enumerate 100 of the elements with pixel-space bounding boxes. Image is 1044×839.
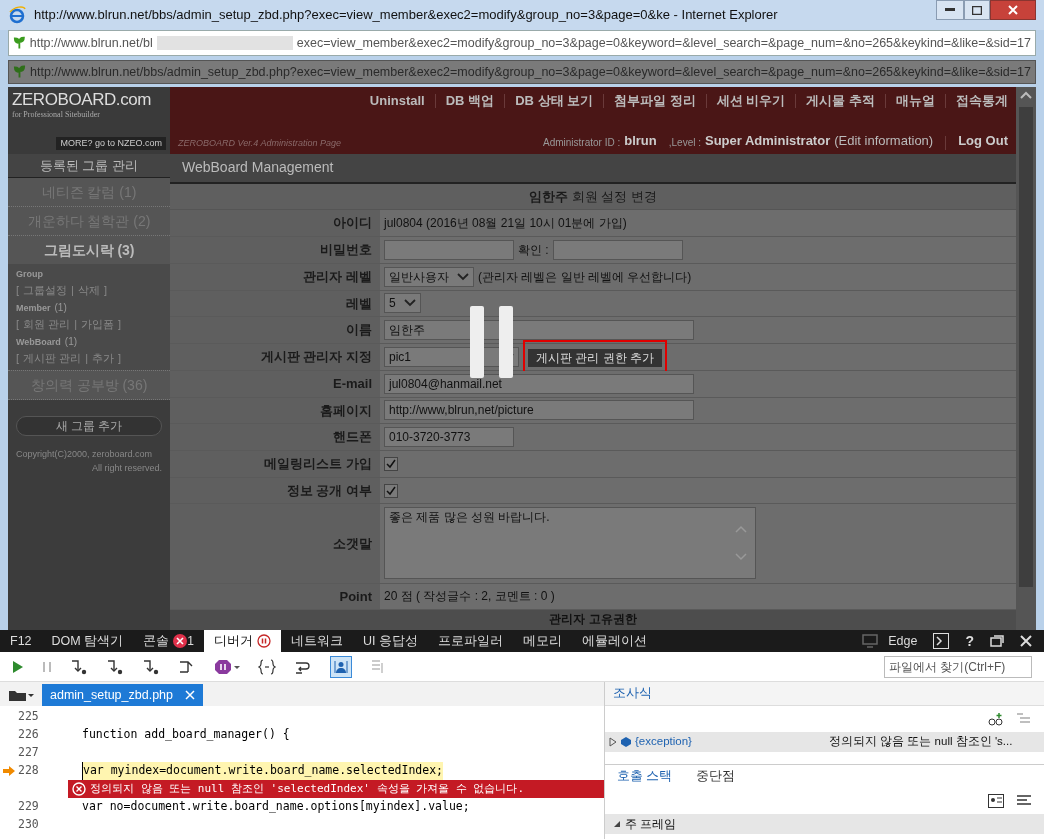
panel-tab[interactable]: 호출 스택 [617,767,673,786]
input-field[interactable]: http://www,blrun,net/picture [384,400,694,421]
admin-menu-link[interactable]: 첨부파일 정리 [614,91,696,111]
checkmark-icon [386,485,396,496]
url-text: http://www.blrun.net/bbs/admin_setup_zbd.php?exec=view_member&exec2=modify&group_no=3&page=0&keyword=&level_search=&page_num=&no=265&keykind=&like=&sid=17 [30,63,1031,81]
devtools-tab[interactable]: 콘솔 1 [133,630,204,652]
admin-menu-link[interactable]: DB 백업 [445,91,495,111]
devtools-tab[interactable]: 디버거 [203,630,281,652]
exception-icon[interactable] [214,658,240,675]
input-field[interactable] [552,239,683,260]
bracket: ] [118,316,122,332]
devtools-tab[interactable]: 메모리 [512,630,572,652]
separator: | [74,316,77,332]
card-icon[interactable] [988,794,1004,808]
console-icon[interactable] [933,633,950,649]
chevron-down-icon [403,299,416,308]
logout-link[interactable]: Log Out [958,130,1008,150]
bracket: ] [118,350,122,366]
step-icon[interactable] [106,658,124,675]
line-number: 230 [18,816,40,834]
copyright-text: Copyright(C)2000, zeroboard.com [16,448,154,461]
section-count: (1) [54,301,67,315]
expand-arrow-icon[interactable] [609,737,617,747]
input-field[interactable]: 010-3720-3773 [384,427,514,448]
watch-row[interactable]: {exception} 정의되지 않음 또는 null 참조인 's... [605,732,1044,752]
group-item[interactable]: 그림도시락 (3) [43,239,135,261]
admin-menu-link[interactable]: Uninstall [369,91,425,111]
section-title: WebBoard Management [182,158,334,178]
error-count: 1 [187,633,194,650]
devtools-tab[interactable]: UI 응답성 [352,630,428,652]
scrollbar[interactable] [1016,87,1036,630]
step-icon[interactable] [70,658,88,675]
admin-id: blrun [624,131,657,150]
pause-overlay-icon [470,306,515,378]
admin-menu-link[interactable]: 매뉴얼 [896,91,935,111]
checkbox[interactable] [384,456,398,471]
admin-menu-link[interactable]: 게시물 추적 [806,91,875,111]
file-tab[interactable]: admin_setup_zbd.php [42,684,203,706]
help-button[interactable]: ? [965,630,974,652]
field-value: 20 점 ( 작성글수 : 2, 코멘트 : 0 ) [384,588,555,606]
sprout-icon [13,65,26,79]
url-text: exec=view_member&exec2=modify&group_no=3&page=0&keyword=&level_search=&page_num=&no=265&keykind=&like=&sid=17 [296,34,1031,52]
devtools-tab[interactable]: 네트워크 [280,630,353,652]
error-message: 정의되지 않음 또는 null 참조인 'selectedIndex' 속성을 가져올 수 없습니다. [90,780,525,797]
braces-icon[interactable] [258,658,276,675]
form-title: 임한주 회원 설정 변경 [529,187,657,206]
logo-subtitle: for Professional Sitebuilder [12,109,101,121]
scroll-up-icon[interactable] [1020,91,1032,99]
devtools-tab[interactable]: 프로파일러 [427,630,513,652]
devtools-tab[interactable]: F12 [0,630,42,652]
input-field[interactable] [384,239,514,260]
watch-value: 정의되지 않음 또는 null 참조인 's... [829,734,1013,750]
admin-menu-link[interactable]: DB 상태 보기 [515,91,594,111]
add-watch-icon[interactable] [988,712,1004,726]
admin-menu-link[interactable]: 접속통계 [956,91,1008,111]
chevron-down-icon [457,272,469,281]
close-icon[interactable] [1020,635,1032,647]
devtools-tab[interactable]: 에뮬레이션 [571,630,657,652]
error-icon [72,782,86,796]
panel-tab[interactable]: 중단점 [696,767,736,786]
code-line: function add_board_manager() { [82,726,290,744]
input-field[interactable]: 임한주 [384,320,694,341]
code-line: var no=document.write.board_name.options[myindex].value; [82,798,470,816]
add-permission-button[interactable]: 게시판 관리 권한 추가 [528,348,662,367]
just-my-code-toggle[interactable] [330,655,352,678]
separator: | [71,282,74,298]
devtools-tab[interactable]: DOM 탐색기 [41,630,134,652]
field-label: 홈페이지 [320,401,372,420]
new-group-button[interactable]: 새 그룹 추가 [16,416,162,436]
restore-icon[interactable] [990,635,1004,647]
select-field[interactable]: 일반사용자 [384,266,474,287]
checkmark-icon [386,458,396,469]
edit-info-link[interactable]: (Edit information) [834,130,934,150]
minimize-button[interactable] [936,0,964,20]
step-icon[interactable] [142,658,160,675]
sidebar-title: 등록된 그룹 관리 [39,156,139,175]
call-stack-frame[interactable]: 주 프레임 [625,815,677,833]
document-mode[interactable]: Edge [888,631,918,651]
field-label: 비밀번호 [320,241,372,260]
maximize-button[interactable] [964,0,990,20]
admin-menu-link[interactable]: 세션 비우기 [716,91,786,111]
input-field[interactable]: jul0804@hanmail.net [384,373,694,394]
copyright-text: All right reserved. [91,461,162,475]
field-label: 레벨 [346,294,372,313]
checkbox[interactable] [384,483,398,498]
person-icon [334,659,348,674]
close-button[interactable] [990,0,1036,20]
select-field[interactable]: 5 [384,293,421,314]
play-icon[interactable] [12,659,24,674]
folder-icon[interactable] [8,688,34,702]
collapse-arrow-icon[interactable] [613,820,621,828]
field-label: E-mail [333,375,372,393]
line-number: 228 [18,762,40,780]
list-icon[interactable] [1016,794,1032,808]
level-label: ,Level : [668,136,701,150]
find-in-files-field[interactable]: 파일에서 찾기(Ctrl+F) [884,655,1032,678]
bracket: [ [16,350,20,366]
field-label: 정보 공개 여부 [286,481,372,500]
panel-title: 조사식 [613,685,652,703]
more-link[interactable]: MORE? go to NZEO.com [56,136,166,150]
